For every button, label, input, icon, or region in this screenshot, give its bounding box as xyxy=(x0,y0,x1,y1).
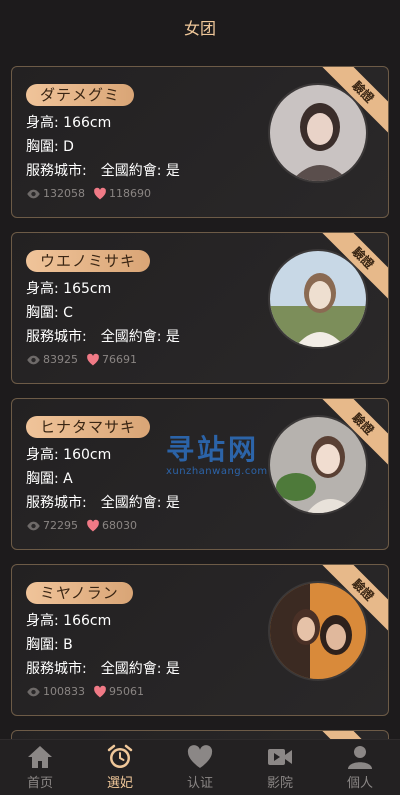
profile-height: 身高: 165cm xyxy=(26,281,112,297)
eye-icon xyxy=(27,521,40,530)
profile-bust: 胸圍: B xyxy=(26,637,73,653)
city-value: 全國約會: 是 xyxy=(100,163,180,179)
profile-city: 服務城市: 全國約會: 是 xyxy=(26,658,180,678)
profile-card[interactable]: ウエノミサキ 身高: 165cm 胸圍: C 服務城市: 全國約會: 是 8392… xyxy=(11,232,389,384)
heart-icon xyxy=(87,353,99,366)
profile-city: 服務城市: 全國約會: 是 xyxy=(26,160,180,180)
profile-name: ダテメグミ xyxy=(26,84,135,106)
video-camera-icon xyxy=(268,749,292,765)
like-count: 118690 xyxy=(109,187,151,200)
profile-bust: 胸圍: C xyxy=(26,305,73,321)
profile-name: ヒナタマサキ xyxy=(26,416,151,438)
like-count: 95061 xyxy=(109,685,144,698)
profile-height: 身高: 166cm xyxy=(26,115,112,131)
eye-icon xyxy=(27,687,40,696)
profile-height: 身高: 160cm xyxy=(26,447,112,463)
page-title: 女团 xyxy=(183,19,216,38)
profile-bust: 胸圍: A xyxy=(26,471,73,487)
city-label: 服務城市: xyxy=(26,495,87,511)
view-count: 72295 xyxy=(43,519,78,532)
profile-city: 服務城市: 全國約會: 是 xyxy=(26,492,180,512)
profile-stats: 132058 118690 xyxy=(26,187,151,200)
city-label: 服務城市: xyxy=(26,163,87,179)
city-label: 服務城市: xyxy=(26,329,87,345)
tab-label: 選妃 xyxy=(106,776,133,791)
view-count: 83925 xyxy=(43,353,78,366)
tab-label: 首页 xyxy=(26,776,53,791)
like-count: 76691 xyxy=(102,353,137,366)
profile-list: ダテメグミ 身高: 166cm 胸圍: D 服務城市: 全國約會: 是 13205… xyxy=(11,66,389,784)
city-value: 全國約會: 是 xyxy=(100,329,180,345)
profile-card[interactable]: ヒナタマサキ 身高: 160cm 胸圍: A 服務城市: 全國約會: 是 7229… xyxy=(11,398,389,550)
page-header: 女团 xyxy=(0,0,400,54)
eye-icon xyxy=(27,189,40,198)
bottom-tab-bar: 首页 選妃 认证 影院 個人 xyxy=(0,739,400,795)
profile-stats: 83925 76691 xyxy=(26,353,137,366)
view-count: 132058 xyxy=(43,187,85,200)
view-count: 100833 xyxy=(43,685,85,698)
profile-name: ミヤノラン xyxy=(26,582,133,604)
profile-height: 身高: 166cm xyxy=(26,613,112,629)
heart-icon xyxy=(94,187,106,200)
tab-label: 影院 xyxy=(266,776,293,791)
alarm-clock-icon xyxy=(107,744,133,768)
heart-icon xyxy=(94,685,106,698)
home-icon xyxy=(28,746,52,768)
city-value: 全國約會: 是 xyxy=(100,661,180,677)
like-count: 68030 xyxy=(102,519,137,532)
user-icon xyxy=(348,746,372,769)
tab-label: 认证 xyxy=(186,776,213,791)
tab-label: 個人 xyxy=(346,776,373,791)
city-value: 全國約會: 是 xyxy=(100,495,180,511)
profile-stats: 72295 68030 xyxy=(26,519,137,532)
eye-icon xyxy=(27,355,40,364)
profile-city: 服務城市: 全國約會: 是 xyxy=(26,326,180,346)
profile-stats: 100833 95061 xyxy=(26,685,144,698)
tab-home[interactable]: 首页 xyxy=(0,740,80,795)
tab-verify[interactable]: 认证 xyxy=(160,740,240,795)
profile-name: ウエノミサキ xyxy=(26,250,151,272)
heart-icon xyxy=(187,745,213,768)
profile-card[interactable]: ダテメグミ 身高: 166cm 胸圍: D 服務城市: 全國約會: 是 13205… xyxy=(11,66,389,218)
tab-cinema[interactable]: 影院 xyxy=(240,740,320,795)
tab-profile[interactable]: 個人 xyxy=(320,740,400,795)
city-label: 服務城市: xyxy=(26,661,87,677)
profile-bust: 胸圍: D xyxy=(26,139,74,155)
tab-select[interactable]: 選妃 xyxy=(80,740,160,795)
profile-card[interactable]: ミヤノラン 身高: 166cm 胸圍: B 服務城市: 全國約會: 是 10083… xyxy=(11,564,389,716)
heart-icon xyxy=(87,519,99,532)
